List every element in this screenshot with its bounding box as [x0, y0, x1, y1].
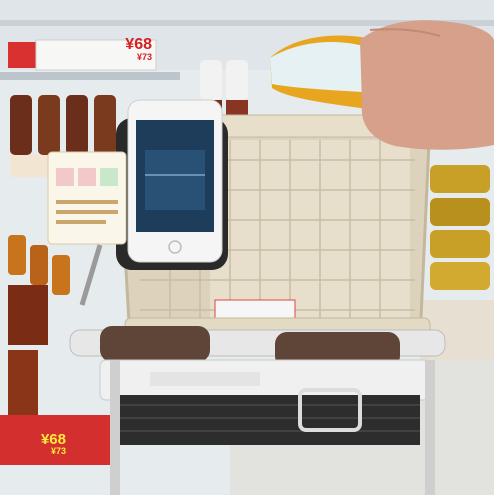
price-value: ¥68: [40, 431, 66, 448]
shelf-label-red: [8, 42, 36, 68]
info-card: [47, 151, 127, 245]
store-photo: [0, 0, 494, 495]
hand: [360, 20, 494, 150]
price-value: ¥68: [125, 36, 152, 53]
price-tag: ¥68 ¥73: [116, 37, 152, 62]
photo-frame: ¥68 ¥73 ¥68 ¥73: [0, 0, 494, 495]
shelf-edge: [0, 72, 180, 80]
price-with-tax: ¥73: [136, 52, 152, 62]
price-tag: ¥68 ¥73: [28, 432, 66, 456]
price-with-tax: ¥73: [50, 446, 66, 456]
